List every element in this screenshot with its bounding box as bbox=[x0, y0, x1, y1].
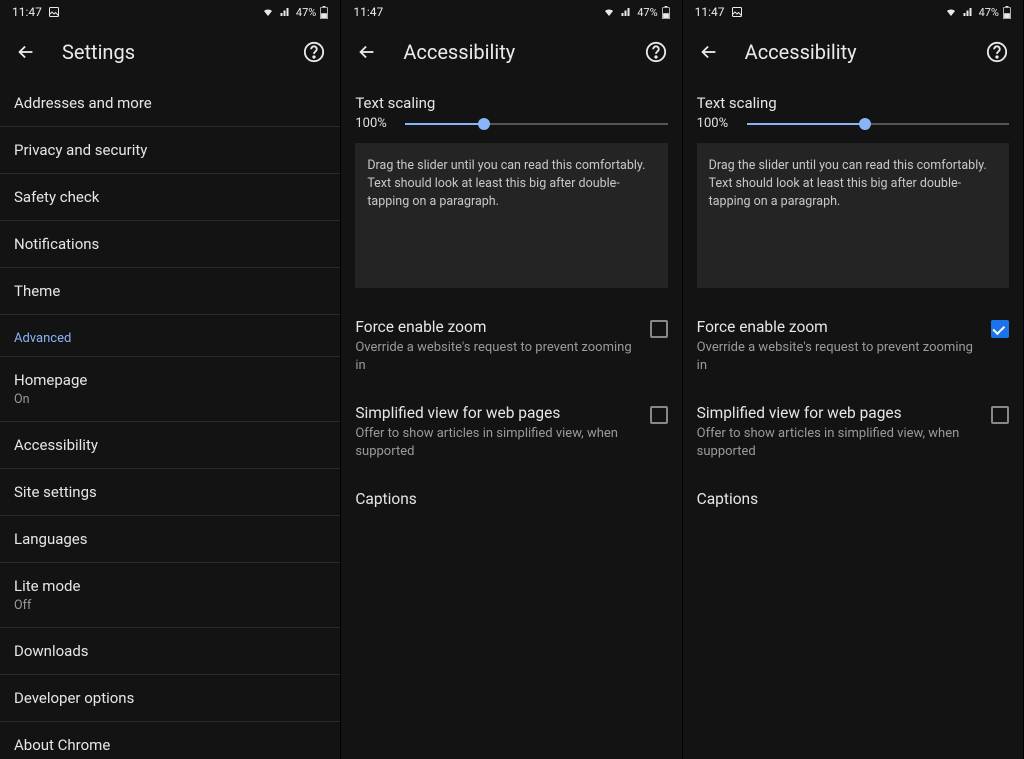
status-bar: 11:47 47% bbox=[341, 0, 681, 24]
arrow-back-icon bbox=[15, 41, 37, 63]
page-title: Accessibility bbox=[745, 40, 961, 64]
text-scaling-label: Text scaling bbox=[697, 94, 1009, 112]
screen-accessibility-2: 11:47 47% Accessibility Text scaling 100… bbox=[683, 0, 1024, 759]
force-zoom-title: Force enable zoom bbox=[355, 318, 637, 336]
text-scaling-slider[interactable] bbox=[405, 117, 667, 131]
battery-percent: 47% bbox=[296, 6, 316, 19]
status-time: 11:47 bbox=[12, 5, 42, 19]
arrow-back-icon bbox=[698, 41, 720, 63]
item-addresses[interactable]: Addresses and more bbox=[0, 80, 340, 127]
app-bar: Accessibility bbox=[683, 24, 1023, 80]
item-accessibility[interactable]: Accessibility bbox=[0, 422, 340, 469]
text-scaling-slider[interactable] bbox=[747, 117, 1009, 131]
force-zoom-checkbox[interactable] bbox=[991, 320, 1009, 338]
item-homepage[interactable]: Homepage On bbox=[0, 357, 340, 422]
item-privacy[interactable]: Privacy and security bbox=[0, 127, 340, 174]
help-icon bbox=[645, 41, 667, 63]
help-icon bbox=[986, 41, 1008, 63]
slider-thumb[interactable] bbox=[478, 118, 490, 130]
item-theme[interactable]: Theme bbox=[0, 268, 340, 315]
item-captions[interactable]: Captions bbox=[683, 474, 1023, 524]
image-icon bbox=[731, 6, 743, 18]
simplified-checkbox[interactable] bbox=[991, 406, 1009, 424]
arrow-back-icon bbox=[356, 41, 378, 63]
item-site-settings[interactable]: Site settings bbox=[0, 469, 340, 516]
wifi-icon bbox=[602, 6, 616, 18]
item-languages[interactable]: Languages bbox=[0, 516, 340, 563]
help-button[interactable] bbox=[644, 40, 668, 64]
force-zoom-desc: Override a website's request to prevent … bbox=[697, 339, 979, 374]
toggle-simplified-view[interactable]: Simplified view for web pages Offer to s… bbox=[683, 388, 1023, 474]
section-advanced: Advanced bbox=[0, 315, 340, 357]
item-downloads[interactable]: Downloads bbox=[0, 628, 340, 675]
page-title: Accessibility bbox=[403, 40, 619, 64]
battery-percent: 47% bbox=[637, 6, 657, 19]
status-time: 11:47 bbox=[353, 5, 383, 19]
a11y-content: Text scaling 100% Drag the slider until … bbox=[341, 80, 681, 302]
help-icon bbox=[303, 41, 325, 63]
back-button[interactable] bbox=[697, 40, 721, 64]
item-about-chrome[interactable]: About Chrome bbox=[0, 722, 340, 759]
battery-icon bbox=[662, 6, 670, 19]
page-title: Settings bbox=[62, 40, 278, 64]
simplified-title: Simplified view for web pages bbox=[697, 404, 979, 422]
force-zoom-checkbox[interactable] bbox=[650, 320, 668, 338]
slider-track-filled bbox=[747, 123, 865, 125]
slider-track-filled bbox=[405, 123, 484, 125]
item-notifications[interactable]: Notifications bbox=[0, 221, 340, 268]
signal-icon bbox=[279, 6, 292, 18]
status-bar: 11:47 47% bbox=[683, 0, 1023, 24]
toggle-simplified-view[interactable]: Simplified view for web pages Offer to s… bbox=[341, 388, 681, 474]
wifi-icon bbox=[261, 6, 275, 18]
text-scaling-value: 100% bbox=[697, 116, 735, 131]
status-time: 11:47 bbox=[695, 5, 725, 19]
item-lite-mode[interactable]: Lite mode Off bbox=[0, 563, 340, 628]
app-bar: Accessibility bbox=[341, 24, 681, 80]
image-icon bbox=[48, 6, 60, 18]
simplified-checkbox[interactable] bbox=[650, 406, 668, 424]
screen-settings: 11:47 47% Settings Addresses and more Pr… bbox=[0, 0, 341, 759]
signal-icon bbox=[962, 6, 975, 18]
slider-row: 100% bbox=[697, 116, 1009, 131]
simplified-desc: Offer to show articles in simplified vie… bbox=[355, 425, 637, 460]
battery-icon bbox=[1003, 6, 1011, 19]
signal-icon bbox=[620, 6, 633, 18]
scaling-preview: Drag the slider until you can read this … bbox=[697, 143, 1009, 288]
status-bar: 11:47 47% bbox=[0, 0, 340, 24]
battery-percent: 47% bbox=[979, 6, 999, 19]
simplified-desc: Offer to show articles in simplified vie… bbox=[697, 425, 979, 460]
battery-icon bbox=[320, 6, 328, 19]
help-button[interactable] bbox=[302, 40, 326, 64]
scaling-preview: Drag the slider until you can read this … bbox=[355, 143, 667, 288]
wifi-icon bbox=[944, 6, 958, 18]
screen-accessibility-1: 11:47 47% Accessibility Text scaling 100… bbox=[341, 0, 682, 759]
simplified-title: Simplified view for web pages bbox=[355, 404, 637, 422]
item-captions[interactable]: Captions bbox=[341, 474, 681, 524]
slider-row: 100% bbox=[355, 116, 667, 131]
slider-thumb[interactable] bbox=[859, 118, 871, 130]
item-safety-check[interactable]: Safety check bbox=[0, 174, 340, 221]
item-developer-options[interactable]: Developer options bbox=[0, 675, 340, 722]
a11y-content: Text scaling 100% Drag the slider until … bbox=[683, 80, 1023, 302]
app-bar: Settings bbox=[0, 24, 340, 80]
settings-list: Addresses and more Privacy and security … bbox=[0, 80, 340, 759]
text-scaling-value: 100% bbox=[355, 116, 393, 131]
text-scaling-label: Text scaling bbox=[355, 94, 667, 112]
force-zoom-title: Force enable zoom bbox=[697, 318, 979, 336]
back-button[interactable] bbox=[355, 40, 379, 64]
force-zoom-desc: Override a website's request to prevent … bbox=[355, 339, 637, 374]
help-button[interactable] bbox=[985, 40, 1009, 64]
back-button[interactable] bbox=[14, 40, 38, 64]
toggle-force-zoom[interactable]: Force enable zoom Override a website's r… bbox=[683, 302, 1023, 388]
toggle-force-zoom[interactable]: Force enable zoom Override a website's r… bbox=[341, 302, 681, 388]
